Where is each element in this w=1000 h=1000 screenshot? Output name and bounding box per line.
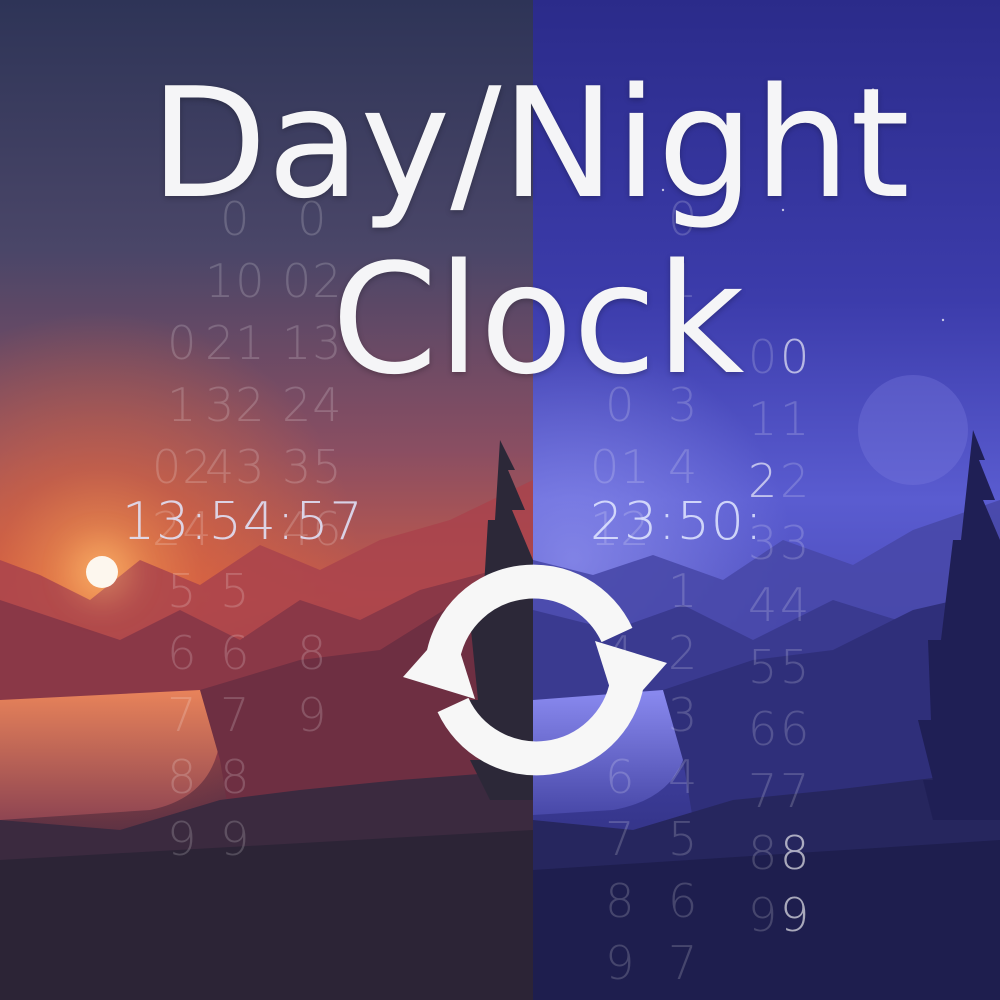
digit: 6 — [748, 702, 779, 756]
digit: 7 — [167, 688, 198, 742]
digit: 5 — [748, 640, 779, 694]
digit: 5 — [668, 812, 699, 866]
digit: 3 — [780, 516, 811, 570]
digit: 8 — [297, 626, 328, 680]
digit: 35 — [282, 440, 343, 494]
day-night-toggle-button[interactable] — [395, 545, 675, 795]
digit: 9 — [780, 888, 811, 942]
digit: 7 — [668, 936, 699, 990]
digit: 8 — [780, 826, 811, 880]
digit: 9 — [167, 812, 198, 866]
digit: 4 — [668, 440, 699, 494]
digit: 7 — [220, 688, 251, 742]
app-title-line-1: Day/Night — [150, 55, 910, 232]
digit: 8 — [220, 750, 251, 804]
night-digit-col-3: 0 1 2 3 4 5 6 7 8 9 — [748, 326, 778, 946]
digit: 8 — [748, 826, 779, 880]
digit: 6 — [668, 874, 699, 928]
digit: 43 — [205, 440, 266, 494]
digit: 9 — [605, 936, 636, 990]
digit: 2 — [780, 454, 811, 508]
digit: 7 — [748, 764, 779, 818]
digit: 4 — [780, 578, 811, 632]
digit: 02 — [152, 440, 213, 494]
digit: 01 — [590, 440, 651, 494]
digit: 5 — [780, 640, 811, 694]
digit: 6 — [780, 702, 811, 756]
app-title-line-2: Clock — [331, 231, 745, 408]
night-digit-col-4: 0 1 2 3 4 5 6 7 8 9 — [780, 326, 810, 946]
digit: 6 — [220, 626, 251, 680]
digit: 9 — [297, 688, 328, 742]
digit: 9 — [748, 888, 779, 942]
digit: 7 — [605, 812, 636, 866]
digit: 5 — [220, 564, 251, 618]
digit: 5 — [167, 564, 198, 618]
digit: 4 — [748, 578, 779, 632]
digit: 9 — [220, 812, 251, 866]
night-clock-time: 23:50: — [590, 492, 764, 552]
digit: 8 — [605, 874, 636, 928]
refresh-cycle-icon — [403, 564, 667, 776]
digit: 7 — [780, 764, 811, 818]
digit: 8 — [167, 750, 198, 804]
day-clock-time: 13:54:57 — [122, 492, 364, 552]
digit: 6 — [167, 626, 198, 680]
